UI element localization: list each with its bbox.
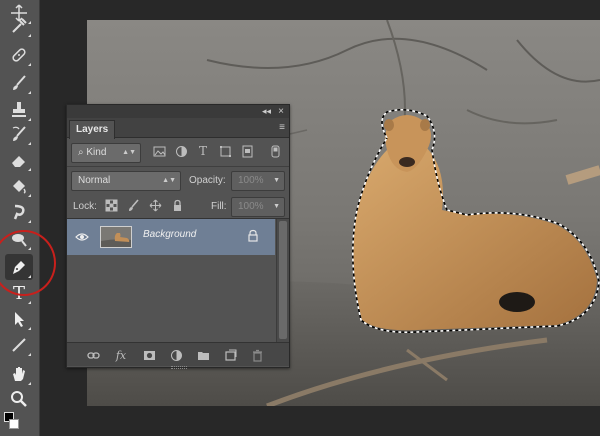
tools-panel: T (0, 0, 40, 436)
lock-all-icon[interactable] (169, 197, 185, 213)
filter-kind-label: Kind (86, 147, 107, 158)
paint-bucket-icon[interactable] (5, 173, 33, 199)
pen-tool-icon[interactable] (5, 254, 33, 280)
spot-healing-brush-icon[interactable] (5, 42, 33, 68)
blur-tool-icon[interactable] (5, 199, 33, 225)
collapse-panel-button[interactable]: ◂◂ (262, 105, 271, 118)
new-group-icon[interactable] (195, 347, 211, 363)
panel-titlebar[interactable]: ◂◂ × (67, 105, 289, 118)
brush-tool-icon[interactable] (5, 70, 33, 96)
smart-object-filter-icon[interactable] (239, 143, 255, 159)
eraser-tool-icon[interactable] (5, 147, 33, 173)
opacity-label: Opacity: (189, 175, 226, 186)
dodge-tool-icon[interactable] (5, 226, 33, 252)
opacity-value: 100% (238, 175, 264, 186)
adjustment-layer-icon[interactable] (168, 347, 184, 363)
layer-list: Background (67, 218, 289, 343)
layer-name[interactable]: Background (143, 229, 196, 240)
layers-panel: ◂◂ × Layers ≡ ⌕ Kind ▲▼ T Normal ▲▼ Opac… (66, 104, 290, 369)
fill-field[interactable]: 100% ▼ (231, 197, 285, 217)
chevron-updown-icon: ▲▼ (122, 149, 136, 156)
lock-icon (248, 229, 258, 242)
layer-list-scrollbar[interactable] (276, 219, 289, 343)
background-color-swatch[interactable] (9, 419, 19, 429)
panel-footer: fx (67, 342, 289, 366)
type-tool-glyph: T (12, 282, 25, 304)
scrollbar-thumb[interactable] (279, 221, 287, 339)
fill-label: Fill: (211, 201, 227, 212)
lock-row: Lock: Fill: 100% ▼ (67, 193, 289, 221)
type-layer-filter-icon[interactable]: T (195, 143, 211, 159)
layer-thumbnail (100, 226, 132, 248)
fill-value: 100% (238, 201, 264, 212)
fx-label: fx (115, 348, 127, 362)
type-filter-glyph: T (198, 144, 207, 158)
shape-layer-filter-icon[interactable] (217, 143, 233, 159)
panel-tab-row: Layers ≡ (67, 118, 289, 139)
close-panel-button[interactable]: × (278, 105, 284, 118)
eyedropper-tool-icon[interactable] (5, 13, 33, 39)
history-brush-icon[interactable] (5, 121, 33, 147)
opacity-field[interactable]: 100% ▼ (231, 171, 285, 191)
blend-mode-value: Normal (78, 175, 111, 186)
lock-transparent-pixels-icon[interactable] (103, 197, 119, 213)
panel-menu-icon[interactable]: ≡ (279, 122, 285, 133)
chevron-down-icon: ▼ (273, 177, 280, 184)
chevron-down-icon: ▼ (273, 203, 280, 210)
blend-mode-dropdown[interactable]: Normal ▲▼ (71, 171, 181, 191)
blend-row: Normal ▲▼ Opacity: 100% ▼ (67, 167, 289, 195)
add-mask-icon[interactable] (141, 347, 157, 363)
filter-row: ⌕ Kind ▲▼ T (67, 139, 289, 167)
hand-tool-icon[interactable] (5, 361, 33, 387)
type-tool-icon[interactable]: T (5, 280, 33, 306)
lock-label: Lock: (73, 201, 97, 212)
tab-layers[interactable]: Layers (69, 120, 116, 139)
filter-toggle-icon[interactable] (267, 143, 283, 159)
lock-image-pixels-icon[interactable] (125, 197, 141, 213)
delete-layer-icon[interactable] (249, 347, 265, 363)
panel-resize-grip[interactable] (171, 366, 187, 369)
line-tool-icon[interactable] (5, 332, 33, 358)
filter-kind-dropdown[interactable]: ⌕ Kind ▲▼ (71, 143, 141, 163)
chevron-updown-icon: ▲▼ (162, 177, 176, 184)
path-selection-icon[interactable] (5, 306, 33, 332)
layer-style-button[interactable]: fx (113, 347, 129, 363)
new-layer-icon[interactable] (222, 347, 238, 363)
eye-icon[interactable] (75, 230, 89, 244)
zoom-tool-icon[interactable] (5, 386, 33, 412)
link-layers-icon[interactable] (85, 347, 101, 363)
clone-stamp-icon[interactable] (5, 97, 33, 123)
pixel-layer-filter-icon[interactable] (151, 143, 167, 159)
lock-position-icon[interactable] (147, 197, 163, 213)
adjustment-layer-filter-icon[interactable] (173, 143, 189, 159)
layer-row-background[interactable]: Background (67, 219, 275, 255)
